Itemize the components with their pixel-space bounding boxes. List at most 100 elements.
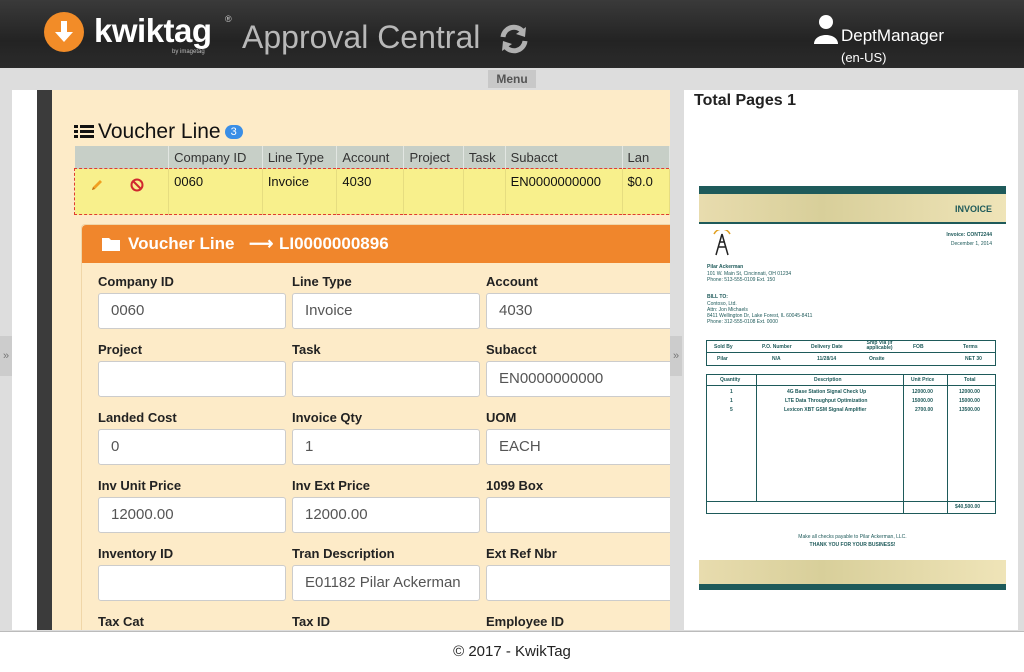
tran-description-input[interactable]: E01182 Pilar Ackerman — [292, 565, 480, 601]
items-col-rule — [903, 375, 904, 513]
items-col-rule — [947, 375, 948, 513]
middle-expand-handle[interactable]: » — [670, 336, 682, 376]
invoice-grand-total: $40,500.00 — [955, 504, 981, 510]
table-cell: $0.0 — [622, 168, 670, 215]
item-qty: 1 — [730, 398, 733, 404]
menu-button[interactable]: Menu — [488, 70, 536, 88]
top-bar: kwiktag ® by imagetag Approval Central D… — [0, 0, 1024, 68]
field-label: Invoice Qty — [292, 410, 363, 425]
ship-value: Pilar — [717, 356, 728, 362]
voucher-line-table: Company ID Line Type Account Project Tas… — [73, 146, 670, 215]
table-cell — [463, 168, 506, 215]
box-1099-input[interactable] — [486, 497, 670, 533]
inventory-id-input[interactable] — [98, 565, 286, 601]
invoice-number: Invoice: CONT2244 — [946, 232, 992, 238]
ship-header: Delivery Date — [811, 344, 843, 350]
row-actions — [73, 168, 170, 215]
ship-value: NET 30 — [965, 356, 982, 362]
panel-divider — [37, 90, 52, 630]
item-total: 15000.00 — [959, 398, 980, 404]
ship-header: FOB — [913, 344, 924, 350]
column-header[interactable]: Task — [463, 146, 506, 169]
voucher-panel: Voucher Line 3 Company ID Line Type Accou… — [12, 90, 670, 630]
shipping-table-rule — [707, 352, 995, 353]
item-desc: LTE Data Throughput Optimization — [785, 398, 868, 404]
column-header[interactable]: Company ID — [168, 146, 263, 169]
arrow-right-icon: ⟶ — [249, 234, 274, 253]
field-label: Project — [98, 342, 143, 357]
field-label: UOM — [486, 410, 517, 425]
item-total: 13500.00 — [959, 407, 980, 413]
table-cell: EN0000000000 — [505, 168, 623, 215]
item-price: 2700.00 — [915, 407, 934, 413]
inv-unit-price-input[interactable]: 12000.00 — [98, 497, 286, 533]
logo-subtext: by imagetag — [172, 49, 205, 55]
column-header[interactable]: Project — [403, 146, 464, 169]
field-label: Account — [486, 274, 538, 289]
payable-note: Make all checks payable to Pilar Ackerma… — [798, 534, 907, 540]
voucher-line-title: Voucher Line — [98, 120, 221, 143]
bill-to-label: BILL TO: — [707, 294, 728, 300]
subacct-input[interactable]: EN0000000000 — [486, 361, 670, 397]
project-input[interactable] — [98, 361, 286, 397]
field-label: Line Type — [292, 274, 352, 289]
invoice-qty-input[interactable]: 1 — [292, 429, 480, 465]
voucher-content: Voucher Line 3 Company ID Line Type Accou… — [52, 90, 670, 630]
task-input[interactable] — [292, 361, 480, 397]
item-header: Total — [964, 377, 976, 383]
invoice-divider — [699, 222, 1006, 224]
ext-ref-nbr-input[interactable] — [486, 565, 670, 601]
column-header[interactable]: Subacct — [505, 146, 623, 169]
refresh-icon[interactable] — [497, 22, 531, 56]
voucher-line-heading: Voucher Line 3 — [74, 120, 243, 146]
invoice-image[interactable]: INVOICE Invoice: CONT2244 December 1, 20… — [699, 186, 1006, 590]
field-label: 1099 Box — [486, 478, 544, 493]
ship-header: Sold By — [714, 344, 733, 350]
ship-header: Ship Via (if applicable) — [866, 340, 893, 351]
user-locale: (en-US) — [841, 50, 887, 65]
account-input[interactable]: 4030 — [486, 293, 670, 329]
thank-you-note: THANK YOU FOR YOUR BUSINESS! — [809, 542, 896, 548]
item-qty: 5 — [730, 407, 733, 413]
ship-value: 11/28/14 — [817, 356, 837, 362]
voucher-line-count-badge: 3 — [224, 125, 243, 139]
edit-pencil-icon[interactable] — [90, 178, 104, 192]
folder-icon — [102, 238, 120, 251]
column-header[interactable]: Account — [336, 146, 405, 169]
from-line: Phone: 513-555-0109 Ext. 150 — [707, 277, 776, 283]
form-header: Voucher Line ⟶ LI0000000896 — [82, 225, 670, 263]
tower-logo-icon — [713, 230, 731, 256]
item-header: Quantity — [720, 377, 741, 383]
list-icon — [74, 122, 94, 146]
field-label: Employee ID — [486, 614, 565, 629]
ship-value: Onsite — [869, 356, 885, 362]
column-header[interactable]: Line Type — [262, 146, 338, 169]
bill-to-line: Phone: 312-555-0108 Ext. 0000 — [707, 319, 778, 325]
table-cell: 0060 — [168, 168, 263, 215]
table-row[interactable]: 0060 Invoice 4030 EN0000000000 $0.0 — [73, 168, 670, 215]
user-icon[interactable] — [813, 14, 839, 44]
field-label: Inventory ID — [98, 546, 174, 561]
uom-input[interactable]: EACH — [486, 429, 670, 465]
left-expand-handle[interactable]: » — [0, 336, 12, 376]
item-qty: 1 — [730, 389, 733, 395]
line-type-input[interactable]: Invoice — [292, 293, 480, 329]
invoice-top-stripe — [699, 186, 1006, 194]
user-name[interactable]: DeptManager — [841, 26, 944, 46]
line-items-table: Quantity Description Unit Price Total 1 … — [706, 374, 996, 514]
table-cell — [403, 168, 464, 215]
column-header[interactable]: Lan — [622, 146, 670, 169]
table-header-row: Company ID Line Type Account Project Tas… — [74, 146, 670, 169]
field-label: Inv Unit Price — [98, 478, 182, 493]
field-label: Tax Cat — [98, 614, 144, 629]
table-cell: Invoice — [262, 168, 338, 215]
logo-registered-mark: ® — [225, 14, 232, 24]
field-label: Tax ID — [292, 614, 331, 629]
item-header: Unit Price — [911, 377, 935, 383]
invoice-heading: INVOICE — [954, 204, 992, 214]
delete-icon[interactable] — [130, 178, 144, 192]
voucher-line-form: Voucher Line ⟶ LI0000000896 Company ID 0… — [81, 224, 670, 630]
inv-ext-price-input[interactable]: 12000.00 — [292, 497, 480, 533]
company-id-input[interactable]: 0060 — [98, 293, 286, 329]
landed-cost-input[interactable]: 0 — [98, 429, 286, 465]
